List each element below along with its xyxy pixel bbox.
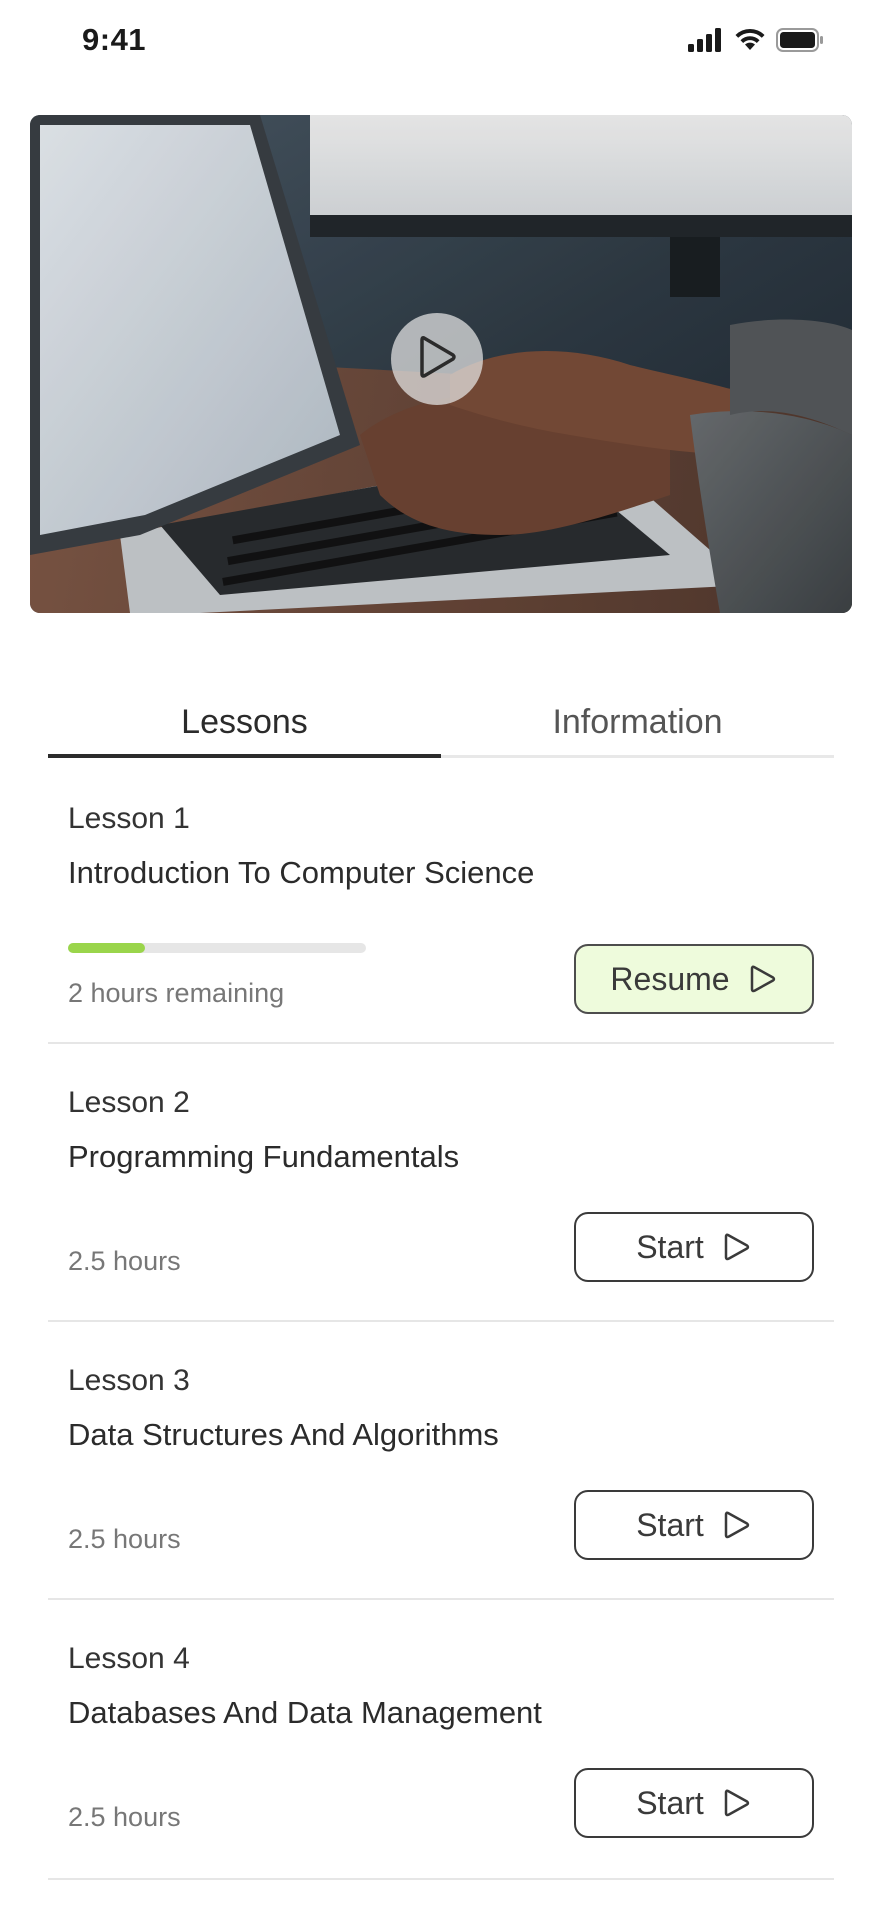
start-button-label: Start: [636, 1506, 704, 1543]
lesson-title: Introduction To Computer Science: [68, 855, 535, 890]
battery-icon: [776, 28, 824, 52]
lesson-duration: 2.5 hours: [68, 1802, 181, 1832]
lesson-number: Lesson 4: [68, 1642, 190, 1675]
lesson-item[interactable]: Lesson 4 Databases And Data Management 2…: [48, 1600, 834, 1880]
video-play-button[interactable]: [391, 313, 483, 405]
lesson-video-thumbnail[interactable]: [30, 115, 852, 613]
wifi-icon: [734, 28, 766, 52]
lesson-title: Databases And Data Management: [68, 1695, 542, 1730]
lesson-duration: 2.5 hours: [68, 1524, 181, 1554]
lesson-item[interactable]: Lesson 1 Introduction To Computer Scienc…: [48, 760, 834, 1044]
lesson-number: Lesson 3: [68, 1364, 190, 1397]
lesson-progress-bar: [68, 943, 366, 953]
start-button-label: Start: [636, 1228, 704, 1265]
cellular-signal-icon: [688, 28, 724, 52]
status-bar: 9:41: [0, 0, 880, 80]
start-button-label: Start: [636, 1784, 704, 1821]
play-icon: [722, 1231, 752, 1263]
start-button[interactable]: Start: [574, 1212, 814, 1282]
lesson-progress-fill: [68, 943, 146, 953]
play-icon: [414, 332, 460, 387]
resume-button-label: Resume: [610, 960, 730, 997]
lesson-tabs: Lessons Information: [48, 695, 834, 759]
resume-button[interactable]: Resume: [574, 944, 814, 1014]
lesson-duration: 2.5 hours: [68, 1246, 181, 1276]
play-icon: [748, 963, 778, 995]
lesson-number: Lesson 2: [68, 1086, 190, 1119]
lesson-item[interactable]: Lesson 3 Data Structures And Algorithms …: [48, 1322, 834, 1600]
play-icon: [722, 1787, 752, 1819]
start-button[interactable]: Start: [574, 1768, 814, 1838]
lesson-number: Lesson 1: [68, 802, 190, 835]
status-time: 9:41: [82, 22, 147, 57]
status-icons: [688, 28, 824, 52]
tab-information[interactable]: Information: [441, 695, 834, 759]
lesson-title: Programming Fundamentals: [68, 1139, 460, 1174]
lesson-title: Data Structures And Algorithms: [68, 1417, 499, 1452]
play-icon: [722, 1509, 752, 1541]
start-button[interactable]: Start: [574, 1490, 814, 1560]
active-tab-indicator: [48, 754, 441, 758]
tab-lessons[interactable]: Lessons: [48, 695, 441, 759]
lesson-time-remaining: 2 hours remaining: [68, 978, 285, 1008]
lesson-screen: 9:41 Lessons Information Lesson 1 Introd…: [0, 0, 880, 1912]
lesson-item[interactable]: Lesson 2 Programming Fundamentals 2.5 ho…: [48, 1044, 834, 1322]
